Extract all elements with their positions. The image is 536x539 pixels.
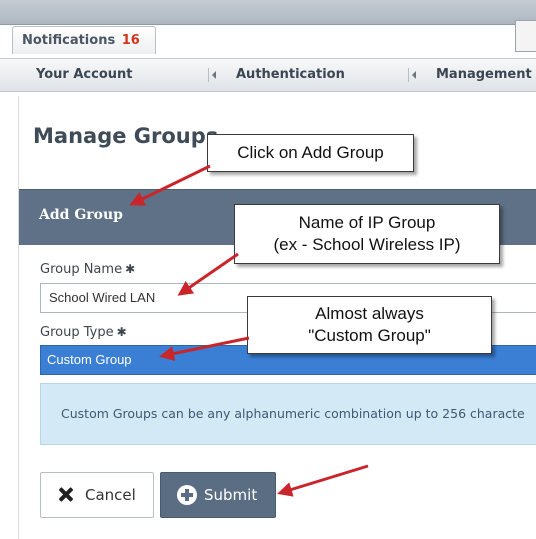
callout-custom-line1: Almost always (315, 304, 424, 323)
callout-add-group-text: Click on Add Group (237, 143, 384, 162)
main-nav: Your Account Authentication Management (0, 58, 536, 92)
callout-ip-group-line2: (ex - School Wireless IP) (273, 235, 461, 254)
notifications-label: Notifications (22, 33, 116, 48)
plus-circle-icon (177, 485, 197, 505)
cancel-button-label: Cancel (85, 486, 136, 504)
tab-notifications[interactable]: Notifications 16 (12, 26, 156, 54)
callout-add-group: Click on Add Group (207, 134, 414, 172)
top-bar (0, 0, 536, 25)
callout-custom-group: Almost always "Custom Group" (247, 296, 492, 354)
callout-custom-line2: "Custom Group" (308, 326, 431, 345)
group-name-label: Group Name ✱ (40, 262, 135, 277)
callout-ip-group-name: Name of IP Group (ex - School Wireless I… (234, 204, 500, 264)
group-type-label: Group Type ✱ (40, 325, 127, 340)
caret-left-icon (208, 68, 221, 82)
cancel-button[interactable]: Cancel (40, 472, 154, 518)
submit-button[interactable]: Submit (160, 472, 276, 518)
info-box: Custom Groups can be any alphanumeric co… (40, 383, 536, 445)
caret-left-icon (408, 68, 421, 82)
window-edge (515, 20, 536, 52)
required-icon: ✱ (125, 262, 136, 276)
group-type-label-text: Group Type (40, 325, 114, 340)
group-name-label-text: Group Name (40, 262, 123, 277)
callout-ip-group-line1: Name of IP Group (298, 213, 436, 232)
x-icon (57, 486, 74, 503)
page-title: Manage Groups (33, 124, 219, 148)
nav-authentication[interactable]: Authentication (236, 59, 345, 91)
notifications-count-badge: 16 (121, 33, 140, 48)
nav-management[interactable]: Management (436, 59, 532, 91)
add-group-header-label: Add Group (39, 207, 123, 223)
submit-button-label: Submit (204, 486, 258, 504)
required-icon: ✱ (116, 325, 127, 339)
nav-your-account[interactable]: Your Account (36, 59, 132, 91)
